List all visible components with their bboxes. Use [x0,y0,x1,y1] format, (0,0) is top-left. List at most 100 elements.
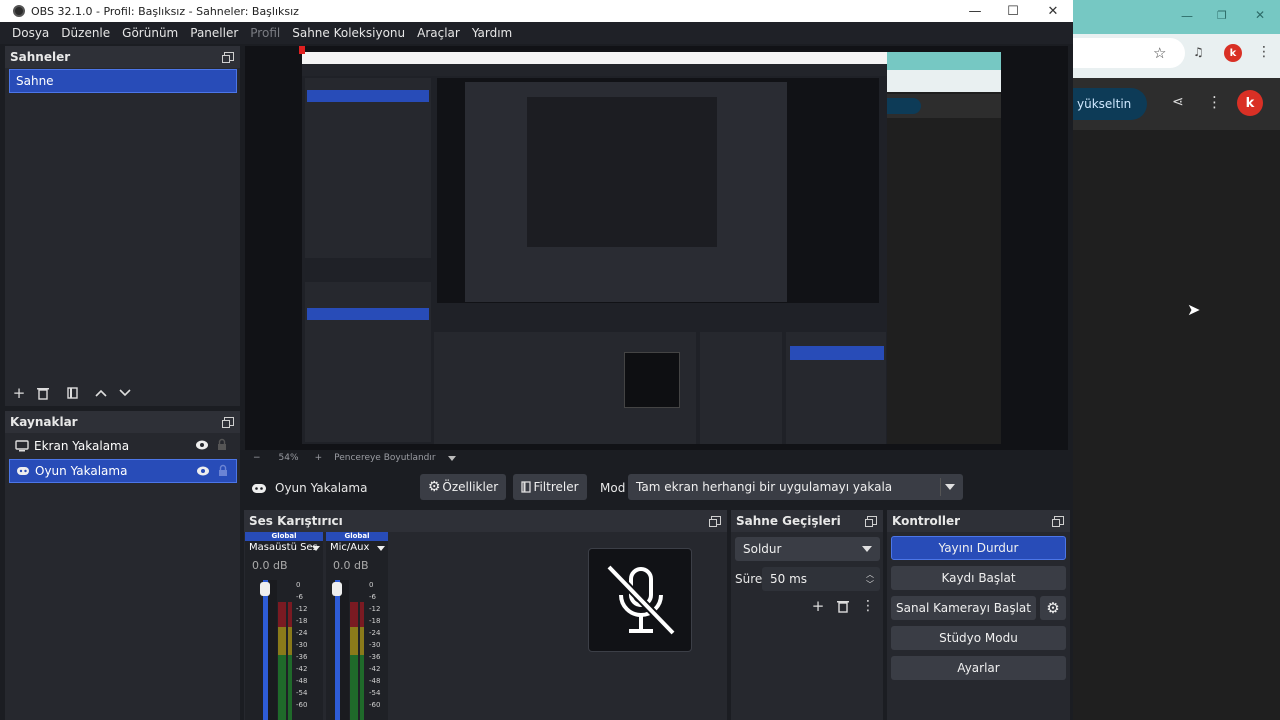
more-options-icon[interactable]: ⋮ [1207,93,1222,111]
channel-name[interactable]: Mic/Aux [326,541,388,555]
menu-scene-collection[interactable]: Sahne Koleksiyonu [292,26,405,40]
resize-to-window-label[interactable]: Pencereye Boyutlandır [334,453,435,463]
filter-icon[interactable] [62,383,82,403]
volume-slider-handle[interactable] [332,582,342,596]
transitions-header: Sahne Geçişleri [731,510,883,532]
db-tick-label: -6 [296,593,303,601]
db-tick-label: -12 [369,605,381,613]
db-tick-label: -36 [369,653,381,661]
channel-name[interactable]: Masaüstü Ses [245,541,323,555]
minimize-icon[interactable]: — [1181,9,1193,23]
visibility-eye-icon[interactable] [195,439,209,454]
menu-file[interactable]: Dosya [12,26,49,40]
duration-spinbox[interactable]: 50 ms ︿ ﹀ [762,567,880,591]
db-tick-label: -42 [369,665,381,673]
maximize-button[interactable]: ☐ [993,0,1033,22]
maximize-icon[interactable]: ❐ [1217,9,1227,22]
title-bar: OBS 32.1.0 - Profil: Başlıksız - Sahnele… [0,0,1073,22]
volume-slider-handle[interactable] [260,582,270,596]
undock-icon[interactable] [222,52,234,63]
address-bar[interactable] [1073,38,1185,68]
channel-name-label: Mic/Aux [330,542,370,553]
scene-item[interactable]: Sahne [9,69,237,93]
scenes-panel: Sahneler Sahne + [5,46,240,406]
chevron-down-icon [312,546,320,551]
zoom-in-button[interactable]: + [315,453,323,463]
settings-button[interactable]: Ayarlar [891,656,1066,680]
move-up-icon[interactable] [91,383,111,403]
properties-button[interactable]: ⚙ Özellikler [420,474,506,500]
undock-icon[interactable] [865,516,877,527]
window-title: OBS 32.1.0 - Profil: Başlıksız - Sahnele… [31,4,299,18]
zoom-out-button[interactable]: − [253,453,261,463]
monitor-icon [15,440,29,452]
studio-mode-button[interactable]: Stüdyo Modu [891,626,1066,650]
filters-label: Filtreler [533,480,579,494]
more-options-icon[interactable]: ⋮ [858,596,878,616]
chevron-down-icon[interactable]: ﹀ [866,579,874,590]
db-tick-label: 0 [296,581,301,589]
nested-capture [302,52,887,444]
settings-label: Ayarlar [957,661,1000,675]
gamepad-icon [252,484,266,493]
menu-tools[interactable]: Araçlar [417,26,460,40]
volume-meter [260,580,277,720]
scene-item-label: Sahne [16,74,54,88]
db-tick-label: 0 [369,581,374,589]
menu-docks[interactable]: Paneller [190,26,238,40]
capture-mode-select[interactable]: Tam ekran herhangi bir uygulamayı yakala [628,474,963,500]
db-tick-label: -6 [369,593,376,601]
source-item[interactable]: Ekran Yakalama [9,434,237,458]
menu-help[interactable]: Yardım [472,26,512,40]
trash-icon[interactable] [833,596,853,616]
transition-type-select[interactable]: Soldur [735,537,880,561]
minimize-button[interactable]: — [955,0,995,22]
db-tick-label: -12 [296,605,308,613]
db-tick-label: -60 [296,701,308,709]
scenes-header: Sahneler [5,46,240,68]
close-icon[interactable]: ✕ [1255,8,1265,22]
db-tick-label: -42 [296,665,308,673]
controls-header: Kontroller [887,510,1070,532]
star-icon[interactable]: ☆ [1153,44,1166,62]
lock-icon[interactable] [217,438,227,454]
menu-view[interactable]: Görünüm [122,26,178,40]
close-button[interactable]: ✕ [1033,0,1073,22]
db-tick-label: -60 [369,701,381,709]
add-scene-icon[interactable]: + [9,383,29,403]
db-tick-label: -30 [296,641,308,649]
db-tick-label: -48 [369,677,381,685]
volume-slider-track [263,580,268,720]
undock-icon[interactable] [222,417,234,428]
preview-canvas[interactable] [245,46,1068,450]
virtual-camera-settings-gear-icon[interactable]: ⚙ [1040,596,1066,620]
db-tick-label: -54 [369,689,381,697]
upgrade-button[interactable]: yükseltin [1073,88,1147,120]
add-transition-icon[interactable]: + [808,596,828,616]
filters-button[interactable]: Filtreler [513,474,587,500]
share-icon[interactable]: ⋖ [1172,94,1184,110]
undock-icon[interactable] [1052,516,1064,527]
preview-toolbar: − 54% + Pencereye Boyutlandır [245,450,1068,466]
mixer-title: Ses Karıştırıcı [249,514,343,528]
menu-edit[interactable]: Düzenle [61,26,110,40]
account-avatar[interactable]: k [1237,90,1263,116]
chevron-down-icon[interactable] [447,455,456,461]
more-options-icon[interactable]: ⋮ [1257,44,1271,60]
media-icon[interactable]: ♫ [1193,45,1204,59]
mouse-cursor-icon: ➤ [1187,300,1201,319]
menu-profile[interactable]: Profil [250,26,280,40]
profile-avatar[interactable]: k [1224,44,1242,62]
undock-icon[interactable] [709,516,721,527]
lock-icon[interactable] [218,464,228,480]
stop-streaming-button[interactable]: Yayını Durdur [891,536,1066,560]
channel-db: 0.0 dB [252,559,288,572]
start-recording-button[interactable]: Kaydı Başlat [891,566,1066,590]
source-item-selected[interactable]: Oyun Yakalama [9,459,237,483]
move-down-icon[interactable] [115,383,135,403]
visibility-eye-icon[interactable] [196,465,210,480]
db-scale: 0 -6 -12 -18 -24 -30 -36 -42 -48 -54 -60 [369,579,380,711]
gamepad-icon [17,467,29,475]
start-virtual-camera-button[interactable]: Sanal Kamerayı Başlat [891,596,1036,620]
trash-icon[interactable] [33,383,53,403]
